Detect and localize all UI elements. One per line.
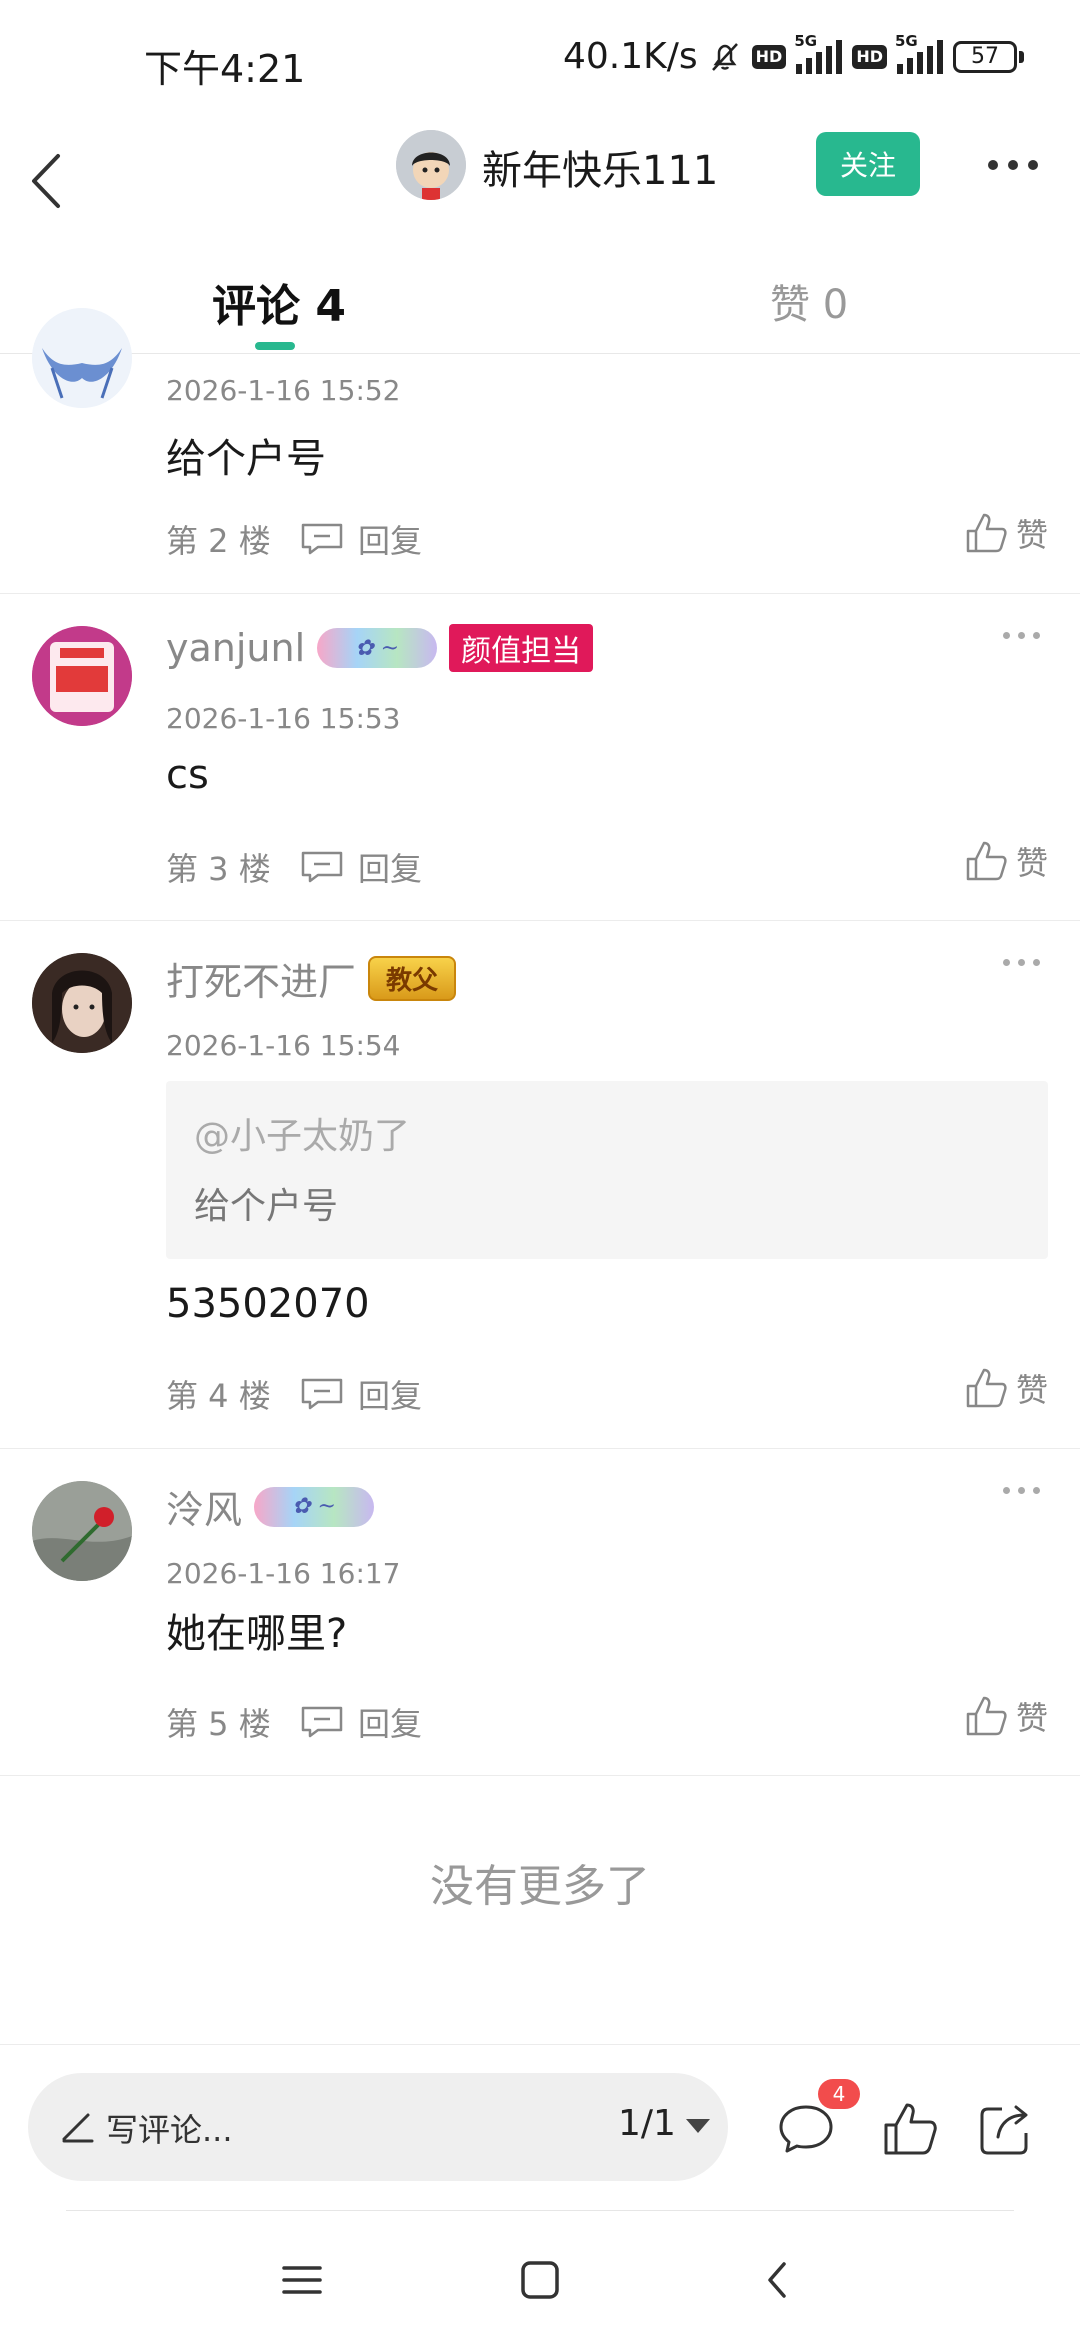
write-comment-placeholder: 写评论... [106,2111,233,2149]
comment-meta: 第 4 楼 回复 [166,1371,422,1417]
like-label: 赞 [1015,844,1048,882]
end-of-list-text: 没有更多了 [430,1861,650,1912]
share-icon[interactable] [976,2099,1036,2159]
hd-icon-2: HD [852,44,887,69]
active-tab-indicator [255,342,295,350]
commenter-avatar[interactable] [32,308,132,408]
reply-button[interactable]: 回复 [358,516,422,562]
post-header: 新年快乐111 关注 [0,120,1080,250]
author-name[interactable]: 新年快乐111 [482,138,718,196]
comment-meta: 第 2 楼 回复 [166,516,422,562]
system-nav-bar [0,2226,1080,2340]
comment-time: 2026-1-16 15:53 [166,702,401,735]
comment-tabs: 评论 4 赞 0 [0,250,1080,354]
page-indicator[interactable]: 1/1 [618,2103,676,2144]
commenter-avatar[interactable] [32,1481,132,1581]
comment-list: 2026-1-16 15:52 给个户号 第 2 楼 回复 赞 yanjunl … [0,308,1080,1776]
comment-item: 2026-1-16 15:52 给个户号 第 2 楼 回复 赞 [0,308,1080,594]
comment-more-icon[interactable] [1003,1487,1040,1494]
hd-icon: HD [751,44,787,69]
comment-text[interactable]: 她在哪里? [166,1601,347,1659]
menu-icon[interactable] [272,2250,332,2310]
commenter-header: 泠风 ✿ ~ [166,1479,375,1534]
reply-icon[interactable] [300,850,344,884]
comment-more-icon[interactable] [1003,959,1040,966]
like-label: 赞 [1015,1371,1048,1409]
comment-item: 泠风 ✿ ~ 2026-1-16 16:17 她在哪里? 第 5 楼 回复 赞 [0,1449,1080,1776]
comment-time: 2026-1-16 16:17 [166,1557,401,1590]
chevron-down-icon[interactable] [686,2119,710,2133]
network-type-label: 5G [794,31,818,50]
like-button[interactable]: 赞 [964,510,1048,556]
bottom-action-bar: 写评论... 1/1 4 [0,2044,1080,2214]
signal-icon: 5G [794,32,843,74]
reply-button[interactable]: 回复 [358,1699,422,1745]
comment-meta: 第 5 楼 回复 [166,1699,422,1745]
title-badge: 颜值担当 [449,624,594,672]
reply-button[interactable]: 回复 [358,1371,422,1417]
more-options-icon[interactable] [988,160,1038,170]
comment-text[interactable]: cs [166,752,209,798]
divider [66,2210,1014,2211]
commenter-name[interactable]: 打死不进厂 [166,951,356,1006]
rank-badge: 教父 [368,956,457,1001]
reply-icon[interactable] [300,522,344,556]
commenter-header: 打死不进厂 教父 [166,951,457,1006]
comment-item: 打死不进厂 教父 2026-1-16 15:54 @小子太奶了 给个户号 535… [0,921,1080,1449]
thumbs-up-icon [966,841,1007,881]
comment-time: 2026-1-16 15:54 [166,1029,401,1062]
reply-button[interactable]: 回复 [358,844,422,890]
thumbs-up-icon [966,1696,1007,1736]
quoted-text: 给个户号 [194,1186,339,1227]
status-icons: 40.1K/s HD 5G HD 5G 57 [563,32,1024,77]
like-button[interactable]: 赞 [964,1693,1048,1739]
like-button[interactable]: 赞 [964,838,1048,884]
like-button[interactable]: 赞 [964,1365,1048,1411]
commenter-name[interactable]: yanjunl [166,626,305,670]
level-badge: ✿ ~ [317,628,438,668]
floor-number: 第 2 楼 [166,522,271,560]
network-speed: 40.1K/s [563,36,698,77]
bell-muted-icon [711,42,738,71]
commenter-header: yanjunl ✿ ~ 颜值担当 [166,624,594,672]
status-bar: 下午4:21 40.1K/s HD 5G HD 5G 57 [0,0,1080,120]
tab-comments[interactable]: 评论 4 [212,270,346,334]
battery-icon: 57 [953,40,1024,73]
tab-likes[interactable]: 赞 0 [770,272,848,330]
thumbs-up-icon [966,513,1007,553]
commenter-avatar[interactable] [32,953,132,1053]
comment-text[interactable]: 给个户号 [166,426,326,484]
comment-more-icon[interactable] [1003,632,1040,639]
floor-number: 第 5 楼 [166,1705,271,1743]
write-comment-input[interactable]: 写评论... 1/1 [28,2073,728,2181]
commenter-avatar[interactable] [32,626,132,726]
follow-button[interactable]: 关注 [816,132,920,196]
back-arrow-icon[interactable] [22,136,82,226]
comment-time: 2026-1-16 15:52 [166,374,401,407]
thumbs-up-icon[interactable] [880,2099,940,2159]
reply-icon[interactable] [300,1377,344,1411]
thumbs-up-icon [966,1368,1007,1408]
signal-icon-2: 5G [895,32,943,74]
clock: 下午4:21 [144,47,306,91]
commenter-name[interactable]: 泠风 [166,1479,242,1534]
author-avatar[interactable] [396,130,466,200]
reply-icon[interactable] [300,1705,344,1739]
comment-meta: 第 3 楼 回复 [166,844,422,890]
comment-text[interactable]: 53502070 [166,1281,370,1327]
floor-number: 第 3 楼 [166,850,271,888]
like-label: 赞 [1015,516,1048,554]
back-icon[interactable] [748,2250,808,2310]
network-type-label-2: 5G [895,31,918,50]
level-badge: ✿ ~ [254,1486,375,1527]
pen-icon [62,2113,94,2143]
quoted-user: @小子太奶了 [194,1116,411,1157]
battery-level: 57 [953,40,1017,73]
floor-number: 第 4 楼 [166,1377,271,1415]
home-icon[interactable] [510,2250,570,2310]
comment-count-badge: 4 [818,2079,860,2109]
like-label: 赞 [1015,1699,1048,1737]
quoted-comment[interactable]: @小子太奶了 给个户号 [166,1081,1048,1259]
comment-item: yanjunl ✿ ~ 颜值担当 2026-1-16 15:53 cs 第 3 … [0,594,1080,921]
